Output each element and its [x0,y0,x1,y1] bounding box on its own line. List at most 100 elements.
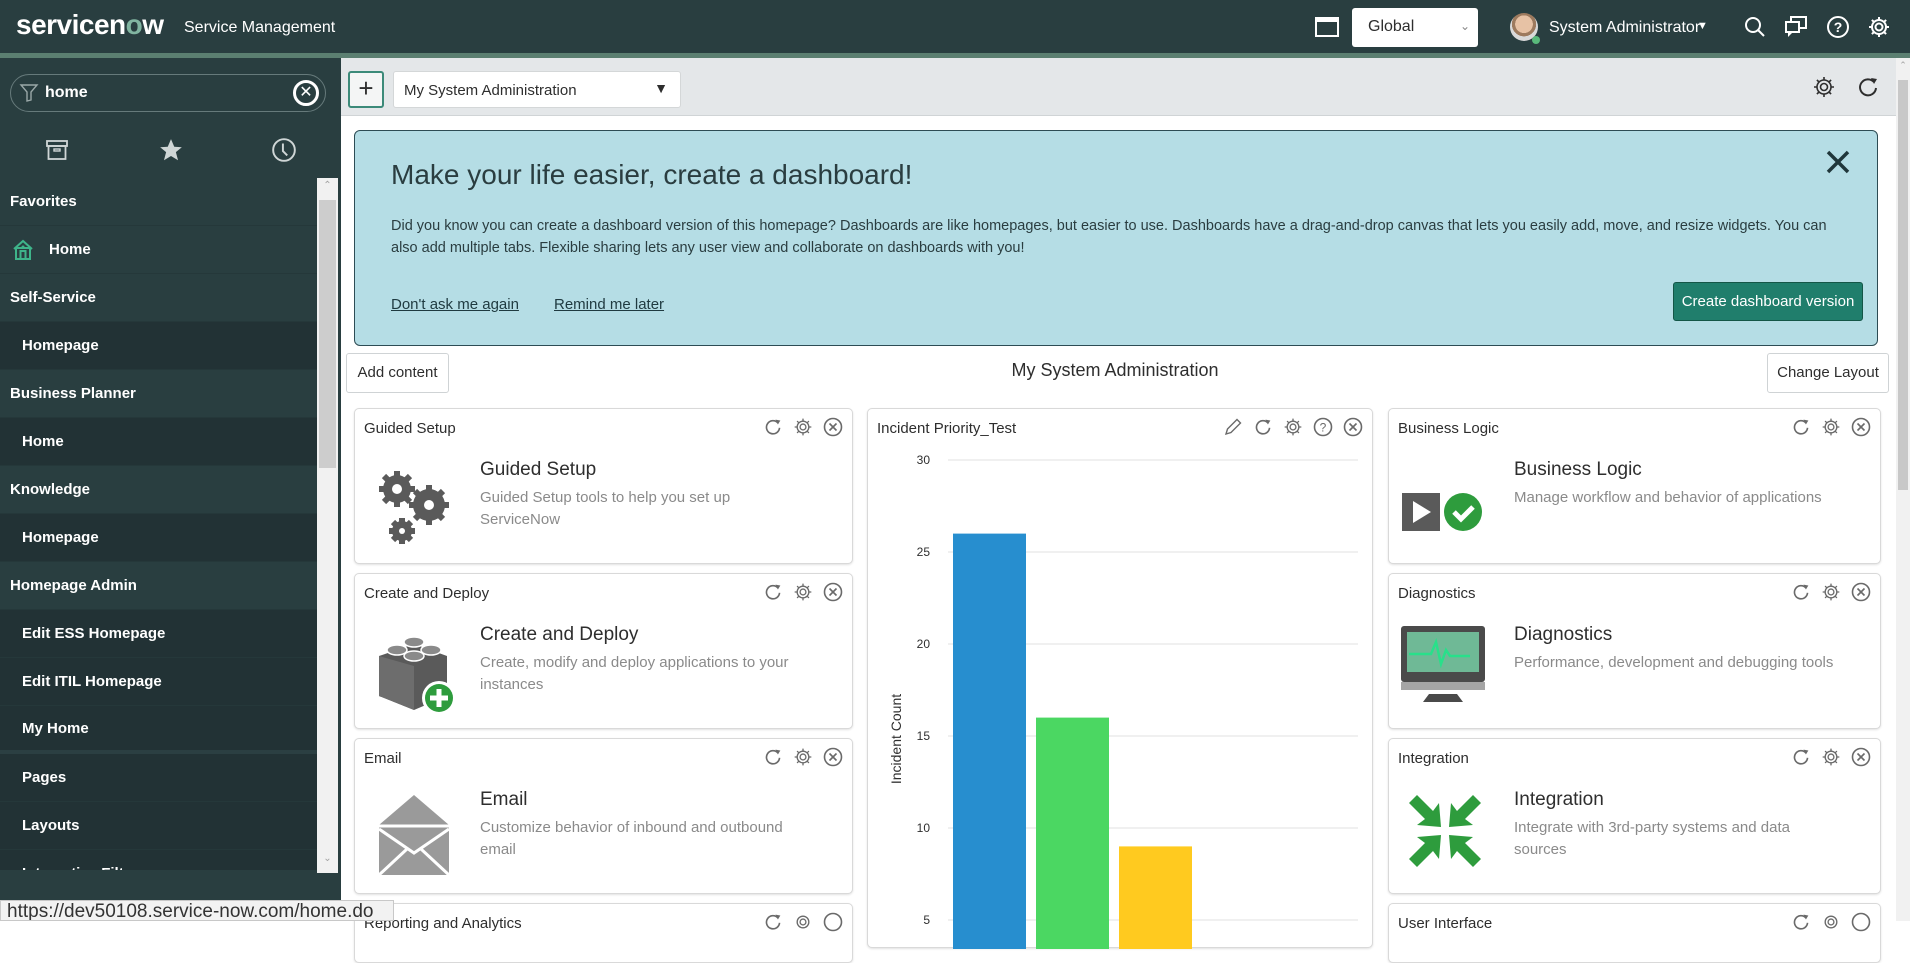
nav-item-knowledge-homepage[interactable]: Homepage [0,514,317,562]
nav-section-favorites[interactable]: Favorites [0,178,317,226]
nav-section-self-service[interactable]: Self-Service [0,274,317,322]
change-layout-button[interactable]: Change Layout [1767,353,1889,393]
nav-label: Knowledge [10,481,91,498]
help-icon[interactable]: ? [1825,14,1851,40]
nav-section-homepage-admin[interactable]: Homepage Admin [0,562,317,610]
refresh-icon[interactable] [762,416,784,438]
close-circle-icon[interactable] [1850,416,1872,438]
add-content-button[interactable]: Add content [346,353,449,393]
nav-item-edit-itil-homepage[interactable]: Edit ITIL Homepage [0,658,317,706]
chart-y-tick-label: 20 [917,637,931,651]
nav-item-business-planner-home[interactable]: Home [0,418,317,466]
window-icon[interactable] [1314,14,1340,40]
archive-box-icon [45,138,69,167]
navigator-scrollbar[interactable]: ⌃ ⌄ [317,178,338,873]
chat-icon[interactable] [1783,14,1809,40]
close-circle-icon[interactable] [822,416,844,438]
nav-item-favorite-home[interactable]: Home [0,226,317,274]
monitor-pulse-icon [1399,624,1489,714]
widget-title: Business Logic [1398,420,1499,437]
navigator-tabs [0,128,341,176]
widget-description: Manage workflow and behavior of applicat… [1514,489,1822,506]
gear-icon[interactable] [1810,73,1838,101]
gear-icon[interactable] [1820,746,1842,768]
gear-icon[interactable] [1820,581,1842,603]
widget-create-and-deploy: Create and Deploy Create and Deploy Crea… [354,573,853,729]
nav-item-my-home[interactable]: My Home [0,706,317,754]
close-circle-icon[interactable] [1850,581,1872,603]
gear-icon[interactable] [792,746,814,768]
nav-label: Pages [22,769,67,786]
search-icon[interactable] [1742,14,1768,40]
nav-section-knowledge[interactable]: Knowledge [0,466,317,514]
widget-heading[interactable]: Create and Deploy [480,624,638,646]
remind-later-link[interactable]: Remind me later [554,296,664,313]
dont-ask-again-link[interactable]: Don't ask me again [391,296,519,313]
chart-bar-2[interactable] [1036,717,1109,949]
refresh-icon[interactable] [762,746,784,768]
user-menu[interactable]: System Administrator [1549,19,1700,37]
gear-icon[interactable] [1820,416,1842,438]
building-block-icon [369,626,459,716]
nav-section-business-planner[interactable]: Business Planner [0,370,317,418]
gear-icon[interactable] [792,416,814,438]
widget-heading[interactable]: Integration [1514,789,1604,811]
refresh-icon[interactable] [1790,746,1812,768]
widget-heading[interactable]: Diagnostics [1514,624,1612,646]
tab-all-apps[interactable] [0,128,114,176]
scroll-up-icon[interactable]: ⌃ [1896,60,1910,71]
close-circle-icon[interactable] [1850,911,1872,933]
envelope-icon [369,791,459,881]
presence-dot [1532,36,1540,44]
clear-filter-icon[interactable]: ✕ [293,80,319,106]
refresh-icon[interactable] [762,581,784,603]
chart-bar-3[interactable] [1119,846,1192,949]
close-circle-icon[interactable] [822,746,844,768]
application-scope-select[interactable]: Global ⌄ [1352,8,1478,47]
widget-description: Customize behavior of inbound and outbou… [480,819,783,858]
page-scrollbar[interactable]: ⌃ [1896,58,1910,921]
refresh-icon[interactable] [762,911,784,933]
widget-business-logic: Business Logic Business Logic Manage wor… [1388,408,1881,564]
chart-bar-1[interactable] [953,533,1026,949]
nav-item-self-service-homepage[interactable]: Homepage [0,322,317,370]
scope-select-value: Global [1368,18,1415,35]
create-dashboard-button[interactable]: Create dashboard version [1673,282,1863,321]
arrows-converge-icon [1405,791,1495,881]
close-circle-icon[interactable] [822,911,844,933]
gear-icon[interactable] [1820,911,1842,933]
widget-heading[interactable]: Email [480,789,528,811]
refresh-icon[interactable] [1790,911,1812,933]
nav-item-pages[interactable]: Pages [0,754,317,802]
chart-y-tick-label: 10 [917,821,931,835]
tab-history[interactable] [227,128,341,176]
close-circle-icon[interactable] [1850,746,1872,768]
gear-icon[interactable] [792,581,814,603]
refresh-icon[interactable] [1790,416,1812,438]
scroll-up-icon[interactable]: ⌃ [317,180,338,198]
refresh-icon[interactable] [1790,581,1812,603]
navigator-filter-input[interactable] [45,82,285,104]
nav-item-edit-ess-homepage[interactable]: Edit ESS Homepage [0,610,317,658]
chart-y-tick-label: 30 [917,453,931,467]
navigator-filter[interactable]: ✕ [10,74,326,112]
close-icon[interactable] [1823,147,1853,177]
tab-favorites[interactable] [114,128,228,176]
caret-down-icon[interactable]: ▼ [1697,20,1708,32]
widget-heading[interactable]: Guided Setup [480,459,596,481]
gear-icon[interactable] [792,911,814,933]
add-homepage-button[interactable]: + [348,71,384,108]
scrollbar-thumb[interactable] [1898,80,1908,490]
scrollbar-thumb[interactable] [319,200,336,468]
servicenow-logo[interactable]: servicenow [16,9,164,41]
widget-heading[interactable]: Business Logic [1514,459,1642,481]
settings-icon[interactable] [1866,14,1892,40]
close-circle-icon[interactable] [822,581,844,603]
scroll-down-icon[interactable]: ⌄ [317,853,338,871]
nav-item-interactive-filters[interactable]: Interactive Filters [0,850,317,870]
chart-y-tick-label: 25 [917,545,931,559]
nav-label: Edit ITIL Homepage [22,673,162,690]
homepage-selector[interactable]: My System Administration ▼ [393,71,681,108]
nav-item-layouts[interactable]: Layouts [0,802,317,850]
refresh-icon[interactable] [1854,73,1882,101]
